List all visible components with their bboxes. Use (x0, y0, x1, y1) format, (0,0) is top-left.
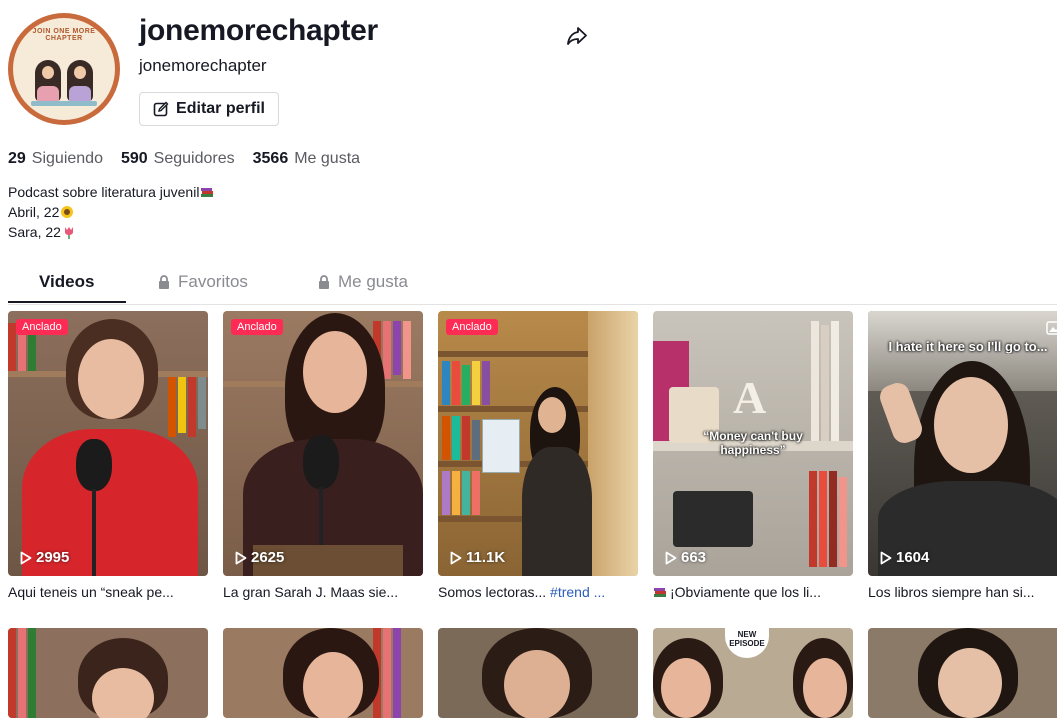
video-thumbnail[interactable]: A “Money can't buy happiness” 663 (653, 311, 853, 576)
video-card[interactable]: Anclado 2995 Aqui teneis un “sneak pe... (8, 311, 208, 600)
overlay-caption: “Money can't buy happiness” (703, 429, 803, 457)
view-count-value: 2625 (251, 549, 285, 566)
video-thumbnail[interactable]: NEW EPISODE (653, 628, 853, 718)
books-icon (654, 588, 666, 597)
video-card[interactable]: Anclado 11.1K Somos lectoras... #trend .… (438, 311, 638, 600)
tab-favorites-label: Favoritos (178, 272, 248, 291)
video-thumbnail[interactable]: Anclado 2625 (223, 311, 423, 576)
bio-line-3: Sara, 22 (8, 224, 61, 240)
video-thumbnail[interactable]: Anclado 2995 (8, 311, 208, 576)
edit-profile-button[interactable]: Editar perfil (139, 92, 279, 126)
edit-profile-label: Editar perfil (176, 100, 265, 117)
avatar-table (31, 101, 97, 106)
avatar-figure-left (35, 60, 61, 102)
video-card[interactable] (868, 628, 1057, 718)
profile-title: jonemorechapter (139, 14, 378, 47)
video-thumbnail[interactable] (438, 628, 638, 718)
video-card[interactable] (438, 628, 638, 718)
view-count-value: 663 (681, 549, 707, 566)
edit-icon (153, 101, 169, 117)
bio-line-1: Podcast sobre literatura juvenil (8, 184, 200, 200)
profile-username: jonemorechapter (139, 56, 267, 75)
tab-active-underline (8, 301, 126, 303)
new-episode-badge: NEW EPISODE (725, 628, 769, 658)
caption-text: ¡Obviamente que los li... (670, 584, 821, 600)
view-count: 1604 (880, 549, 929, 566)
video-thumbnail[interactable] (868, 628, 1057, 718)
view-count: 11.1K (450, 549, 505, 566)
photo-icon (1046, 321, 1057, 335)
stat-likes: 3566 Me gusta (253, 150, 360, 168)
pinned-badge: Anclado (231, 319, 283, 335)
lock-icon (319, 275, 329, 289)
video-card[interactable] (223, 628, 423, 718)
stat-likes-label: Me gusta (294, 150, 361, 167)
video-caption[interactable]: Los libros siempre han si... (868, 584, 1057, 600)
tab-videos[interactable]: Videos (39, 262, 94, 302)
stat-likes-value: 3566 (252, 150, 289, 167)
tab-favorites[interactable]: Favoritos (158, 262, 248, 302)
avatar-illustration: JOIN ONE MORE CHAPTER (13, 18, 115, 120)
avatar[interactable]: JOIN ONE MORE CHAPTER (8, 13, 120, 125)
pinned-badge: Anclado (446, 319, 498, 335)
video-card[interactable]: A “Money can't buy happiness” 663 ¡Obvia… (653, 311, 853, 600)
sunflower-icon (61, 206, 74, 218)
view-count: 663 (665, 549, 706, 566)
books-icon (201, 188, 214, 197)
play-icon (235, 551, 247, 564)
stat-followers-value: 590 (120, 150, 148, 167)
profile-stats: 29 Siguiendo 590 Seguidores 3566 Me gusta (8, 150, 360, 168)
video-thumbnail[interactable]: I hate it here so I'll go to... 1604 (868, 311, 1057, 576)
caption-text: Somos lectoras... (438, 584, 551, 600)
profile-tabs: Videos Favoritos Me gusta (8, 262, 1057, 305)
video-caption[interactable]: La gran Sarah J. Maas sie... (223, 584, 423, 600)
stat-followers-label: Seguidores (153, 150, 235, 167)
play-icon (665, 551, 677, 564)
view-count: 2995 (20, 549, 69, 566)
bio-line-2: Abril, 22 (8, 204, 60, 220)
overlay-caption: I hate it here so I'll go to... (888, 339, 1048, 354)
tab-liked[interactable]: Me gusta (318, 262, 408, 302)
video-thumbnail[interactable] (8, 628, 208, 718)
view-count: 2625 (235, 549, 284, 566)
bio: Podcast sobre literatura juvenil Abril, … (8, 182, 214, 242)
stat-following-value: 29 (8, 150, 26, 167)
view-count-value: 1604 (896, 549, 930, 566)
play-icon (20, 551, 32, 564)
video-card[interactable] (8, 628, 208, 718)
video-thumbnail[interactable] (223, 628, 423, 718)
share-icon[interactable] (565, 24, 589, 48)
letter-decoration: A (733, 372, 767, 423)
video-caption[interactable]: ¡Obviamente que los li... (653, 584, 853, 600)
play-icon (450, 551, 462, 564)
view-count-value: 11.1K (466, 549, 506, 566)
video-thumbnail[interactable]: Anclado 11.1K (438, 311, 638, 576)
hashtag-link[interactable]: #trend ... (550, 584, 605, 600)
video-card[interactable]: Anclado 2625 La gran Sarah J. Maas sie..… (223, 311, 423, 600)
stat-following-label: Siguiendo (31, 150, 103, 167)
tulip-icon (64, 227, 73, 239)
tab-liked-label: Me gusta (338, 272, 408, 291)
video-caption[interactable]: Somos lectoras... #trend ... (438, 584, 638, 600)
pinned-badge: Anclado (16, 319, 68, 335)
video-card[interactable]: I hate it here so I'll go to... 1604 Los… (868, 311, 1057, 600)
stat-following[interactable]: 29 Siguiendo (8, 150, 103, 168)
avatar-figure-right (67, 60, 93, 102)
stat-followers[interactable]: 590 Seguidores (121, 150, 235, 168)
view-count-value: 2995 (36, 549, 70, 566)
video-caption[interactable]: Aqui teneis un “sneak pe... (8, 584, 208, 600)
lock-icon (159, 275, 169, 289)
video-card[interactable]: NEW EPISODE (653, 628, 853, 718)
play-icon (880, 551, 892, 564)
avatar-text: JOIN ONE MORE CHAPTER (32, 28, 96, 42)
